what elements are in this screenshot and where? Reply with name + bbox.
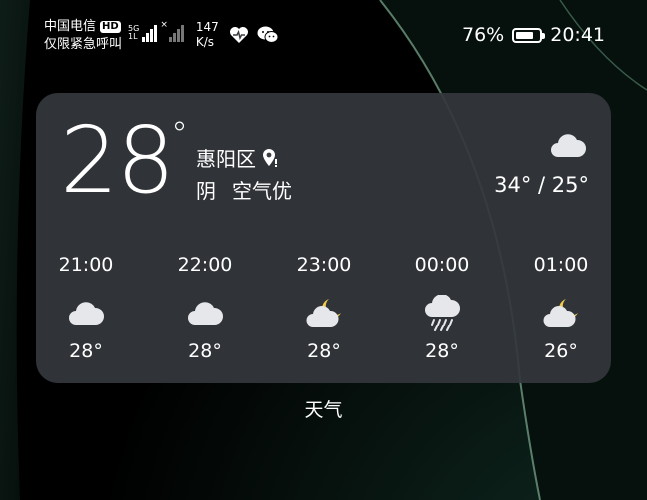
cloud-icon <box>188 302 224 325</box>
signal-group: 5G 1L × <box>128 20 184 42</box>
high-low-temperature: 34° / 25° <box>494 173 589 197</box>
carrier-name: 中国电信 <box>44 19 97 34</box>
rain-icon <box>425 295 460 331</box>
status-bar-right: 76% 20:41 <box>462 24 605 46</box>
location-pin-icon <box>263 148 277 167</box>
hourly-temp: 28° <box>188 340 222 362</box>
signal-bars-icon <box>142 24 158 42</box>
heart-health-icon <box>229 27 248 43</box>
hourly-temp: 28° <box>307 340 341 362</box>
hourly-time: 00:00 <box>414 254 470 276</box>
condition-row: 阴 空气优 <box>196 175 292 204</box>
carrier-info: 中国电信 HD 仅限紧急呼叫 <box>44 18 122 54</box>
widget-app-label[interactable]: 天气 <box>0 395 647 422</box>
wechat-icon <box>257 26 279 43</box>
hourly-temp: 28° <box>69 340 103 362</box>
battery-fill <box>516 31 533 39</box>
cloud-icon <box>69 302 105 325</box>
speed-value: 147 <box>195 20 219 34</box>
network-type-tag: 5G 1L <box>128 24 140 41</box>
status-bar-left: 中国电信 HD 仅限紧急呼叫 5G 1L × 147 K/s <box>44 18 279 54</box>
hourly-item: 22:00 28° <box>155 253 255 363</box>
network-speed: 147 K/s <box>196 20 219 50</box>
battery-icon <box>512 27 546 43</box>
cloud-icon <box>551 134 587 157</box>
hourly-time: 01:00 <box>533 254 589 276</box>
hourly-temp: 28° <box>425 340 459 362</box>
weather-condition: 阴 <box>196 179 216 203</box>
location-row: 惠阳区 <box>196 143 278 172</box>
current-temperature-degree: ° <box>171 115 188 155</box>
hourly-item: 00:00 28° <box>392 253 492 363</box>
speed-unit: K/s <box>195 35 215 49</box>
home-screen: 中国电信 HD 仅限紧急呼叫 5G 1L × 147 K/s 76% 20:41… <box>0 0 647 500</box>
carrier-sub-status: 仅限紧急呼叫 <box>44 37 123 52</box>
hourly-temp: 26° <box>544 340 578 362</box>
hourly-time: 21:00 <box>58 254 114 276</box>
location-name: 惠阳区 <box>196 147 256 171</box>
weather-widget[interactable]: 28 ° 惠阳区 阴 空气优 34° / 25° 21:00 28° 22:00… <box>36 93 611 383</box>
status-notification-icons <box>229 26 279 44</box>
signal-bars-secondary-icon <box>168 24 184 42</box>
battery-percent: 76% <box>462 24 505 46</box>
air-quality: 空气优 <box>232 179 292 203</box>
current-temperature: 28 <box>60 107 175 214</box>
hourly-forecast: 21:00 28° 22:00 28° 23:00 28° 00:00 28° … <box>36 253 611 373</box>
hourly-item: 01:00 26° <box>511 253 611 363</box>
hourly-time: 23:00 <box>296 254 352 276</box>
hourly-item: 21:00 28° <box>36 253 136 363</box>
current-weather-icon <box>549 131 587 163</box>
no-signal-mark: × <box>160 20 168 30</box>
hd-badge: HD <box>100 21 121 33</box>
cloudy-night-icon <box>306 299 341 327</box>
clock-time: 20:41 <box>550 24 605 46</box>
hourly-item: 23:00 28° <box>274 253 374 363</box>
hourly-time: 22:00 <box>177 254 233 276</box>
cloudy-night-icon <box>543 299 578 327</box>
